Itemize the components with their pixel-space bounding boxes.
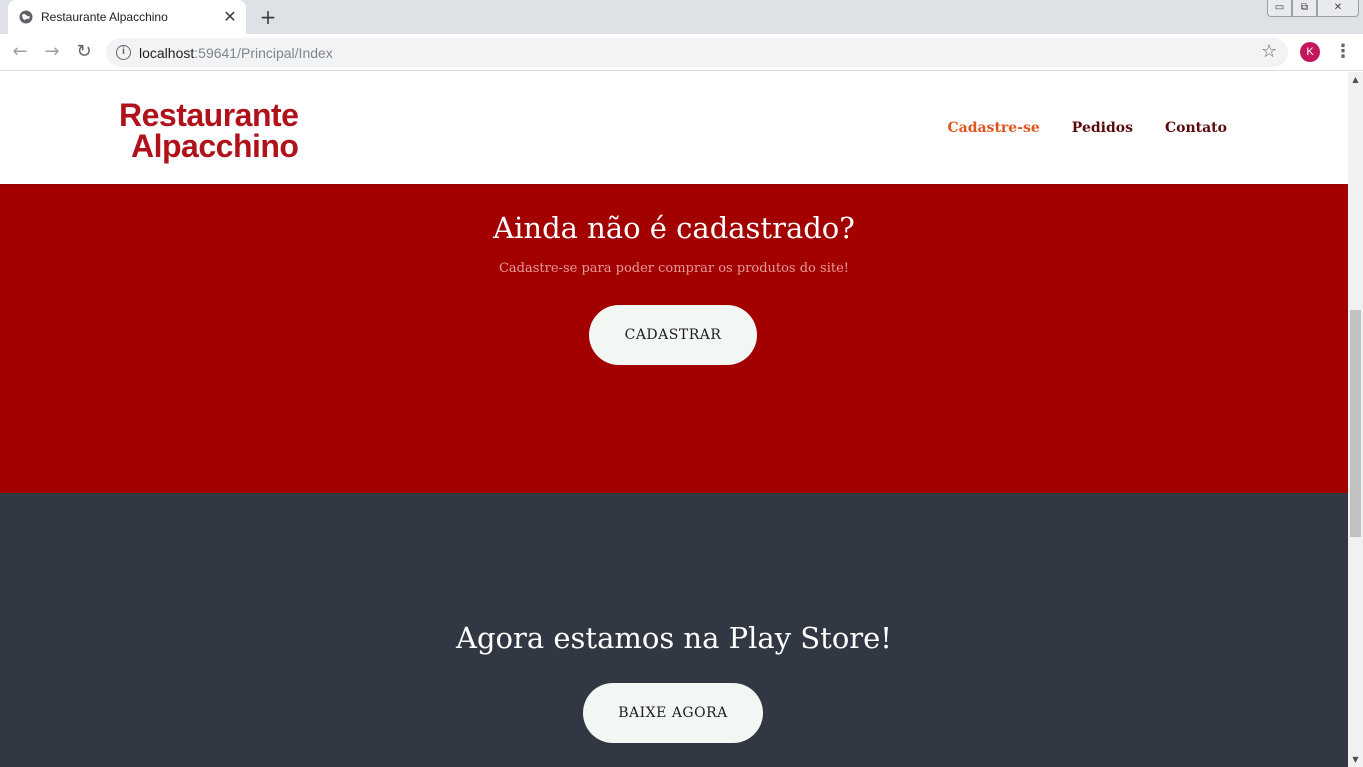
browser-tabstrip: Restaurante Alpacchino ✕ + ▭ ⧉ ✕ bbox=[0, 0, 1363, 34]
nav-link-contato[interactable]: Contato bbox=[1165, 120, 1227, 136]
url-host: localhost bbox=[139, 45, 195, 61]
new-tab-button[interactable]: + bbox=[257, 6, 279, 28]
forward-arrow-icon[interactable]: → bbox=[40, 41, 64, 63]
restore-button[interactable]: ⧉ bbox=[1292, 0, 1317, 17]
address-bar[interactable]: i localhost:59641/Principal/Index ☆ bbox=[106, 38, 1288, 67]
kebab-menu-icon[interactable]: ⋮ bbox=[1334, 41, 1352, 63]
page-viewport: Restaurante Alpacchino Cadastre-se Pedid… bbox=[0, 72, 1348, 767]
url-path: :59641/Principal/Index bbox=[194, 45, 333, 61]
profile-avatar[interactable]: K bbox=[1300, 42, 1320, 62]
page-scrollbar[interactable]: ▲ ▼ bbox=[1348, 72, 1363, 767]
reload-icon[interactable]: ↻ bbox=[72, 41, 96, 63]
close-tab-icon[interactable]: ✕ bbox=[222, 9, 238, 25]
window-close-button[interactable]: ✕ bbox=[1317, 0, 1359, 17]
info-icon[interactable]: i bbox=[116, 45, 131, 60]
signup-subtitle: Cadastre-se para poder comprar os produt… bbox=[498, 261, 849, 276]
browser-tab[interactable]: Restaurante Alpacchino ✕ bbox=[8, 0, 246, 34]
browser-toolbar: ← → ↻ i localhost:59641/Principal/Index … bbox=[0, 34, 1363, 71]
baixe-agora-button[interactable]: BAIXE AGORA bbox=[583, 683, 763, 743]
play-store-title: Agora estamos na Play Store! bbox=[456, 621, 892, 655]
scroll-down-arrow-icon[interactable]: ▼ bbox=[1348, 752, 1363, 767]
nav-link-pedidos[interactable]: Pedidos bbox=[1072, 120, 1133, 136]
signup-section: Ainda não é cadastrado? Cadastre-se para… bbox=[0, 184, 1348, 493]
signup-title: Ainda não é cadastrado? bbox=[493, 211, 855, 245]
logo-line-1: Restaurante bbox=[119, 97, 299, 133]
tab-title: Restaurante Alpacchino bbox=[41, 10, 168, 24]
site-header: Restaurante Alpacchino Cadastre-se Pedid… bbox=[0, 72, 1348, 184]
cadastrar-button[interactable]: CADASTRAR bbox=[589, 305, 757, 365]
scroll-up-arrow-icon[interactable]: ▲ bbox=[1348, 72, 1363, 87]
minimize-button[interactable]: ▭ bbox=[1267, 0, 1292, 17]
main-nav: Cadastre-se Pedidos Contato bbox=[947, 120, 1227, 136]
nav-link-cadastre-se[interactable]: Cadastre-se bbox=[947, 120, 1039, 136]
logo-line-2: Alpacchino bbox=[131, 128, 299, 164]
bookmark-star-icon[interactable]: ☆ bbox=[1261, 41, 1277, 62]
play-store-section: Agora estamos na Play Store! BAIXE AGORA bbox=[0, 493, 1348, 767]
url-text[interactable]: localhost:59641/Principal/Index bbox=[139, 45, 333, 61]
globe-icon bbox=[19, 10, 33, 24]
site-logo[interactable]: Restaurante Alpacchino bbox=[119, 97, 299, 164]
back-arrow-icon[interactable]: ← bbox=[8, 41, 32, 63]
scrollbar-thumb[interactable] bbox=[1350, 310, 1361, 537]
